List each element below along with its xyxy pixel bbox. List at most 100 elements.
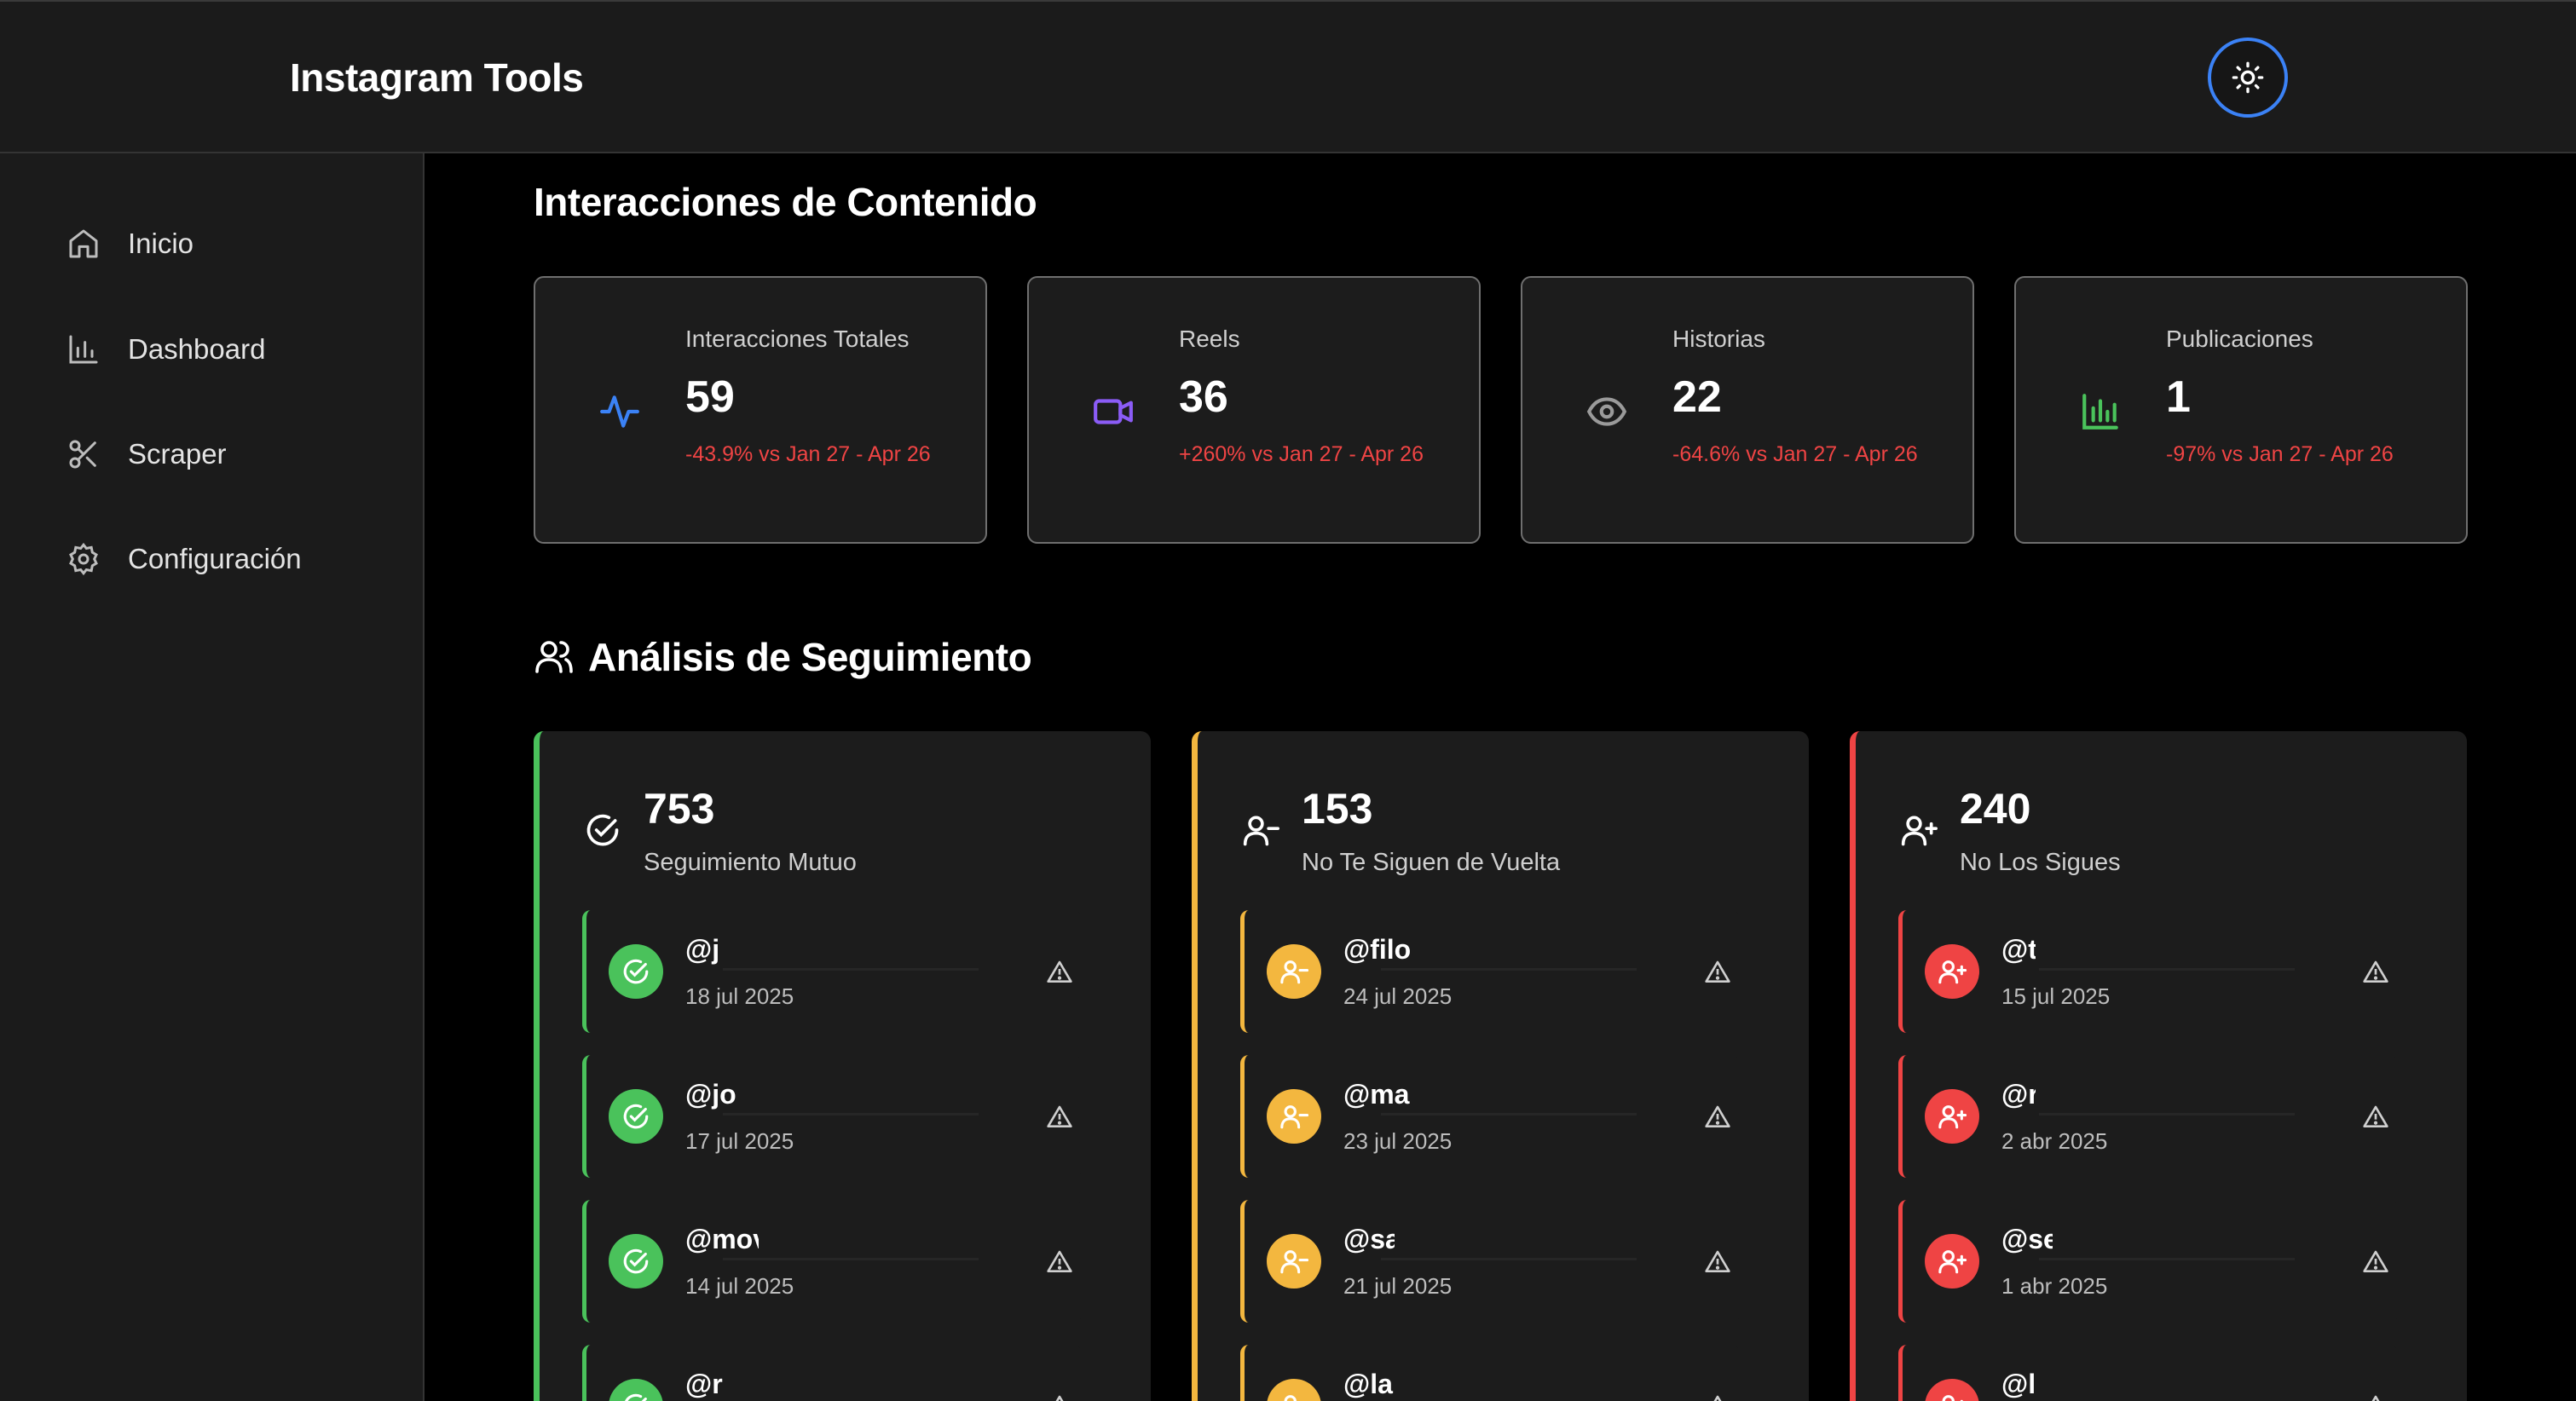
list-item[interactable]: @r 2 abr 2025 — [1898, 1055, 2398, 1178]
list-item[interactable]: @la — [1240, 1345, 1740, 1401]
warning-icon[interactable] — [1045, 958, 1074, 987]
username: @se — [2001, 1224, 2053, 1254]
sun-icon — [2232, 61, 2264, 94]
stat-delta: -43.9% vs Jan 27 - Apr 26 — [685, 442, 931, 466]
username-mask — [1381, 968, 1637, 971]
username-mask — [2039, 1113, 2295, 1116]
follow-date: 24 jul 2025 — [1343, 983, 1453, 1009]
users-icon — [534, 636, 575, 680]
bar-chart-icon — [65, 331, 102, 368]
check-circle-icon — [609, 1379, 663, 1401]
sidebar-item-scraper[interactable]: Scraper — [65, 429, 227, 480]
check-circle-icon — [609, 944, 663, 999]
username-mask — [1381, 1258, 1637, 1260]
username: @ma — [1343, 1079, 1410, 1110]
check-circle-icon — [609, 1234, 663, 1289]
warning-icon[interactable] — [2361, 1103, 2390, 1132]
user-minus-icon — [1267, 1089, 1321, 1144]
interactions-section-title: Interacciones de Contenido — [534, 180, 1037, 224]
username: @la — [1343, 1369, 1393, 1399]
warning-icon[interactable] — [1045, 1248, 1074, 1277]
username-mask — [723, 968, 979, 971]
username: @r — [685, 1369, 723, 1399]
follow-date: 1 abr 2025 — [2001, 1273, 2108, 1299]
list-item[interactable]: @t 15 jul 2025 — [1898, 910, 2398, 1033]
sidebar-item-label: Configuración — [128, 543, 302, 574]
stat-value: 1 — [2166, 372, 2191, 422]
theme-toggle-button[interactable] — [2208, 37, 2288, 118]
gear-icon — [65, 540, 102, 578]
follow-count: 153 — [1302, 785, 1373, 833]
following-section-title: Análisis de Seguimiento — [588, 635, 1032, 679]
activity-icon — [595, 387, 644, 436]
user-plus-icon — [1898, 810, 1939, 850]
list-item[interactable]: @l — [1898, 1345, 2398, 1401]
username: @t — [2001, 934, 2036, 965]
follow-card-not-following-back: 153 No Te Siguen de Vuelta @filo 24 jul … — [1192, 731, 1809, 1401]
stat-label: Reels — [1179, 326, 1240, 352]
warning-icon[interactable] — [1045, 1103, 1074, 1132]
follow-count: 753 — [644, 785, 715, 833]
list-item[interactable]: @mov 14 jul 2025 — [582, 1200, 1082, 1323]
username: @sa — [1343, 1224, 1395, 1254]
list-item[interactable]: @filo 24 jul 2025 — [1240, 910, 1740, 1033]
stat-card-total-interactions: Interacciones Totales 59 -43.9% vs Jan 2… — [534, 276, 987, 544]
list-item[interactable]: @j 18 jul 2025 — [582, 910, 1082, 1033]
stat-delta: +260% vs Jan 27 - Apr 26 — [1179, 442, 1424, 466]
sidebar-item-label: Inicio — [128, 228, 194, 259]
sidebar-item-label: Dashboard — [128, 333, 266, 365]
stat-card-stories: Historias 22 -64.6% vs Jan 27 - Apr 26 — [1521, 276, 1974, 544]
username-mask — [2039, 1258, 2295, 1260]
warning-icon[interactable] — [2361, 958, 2390, 987]
eye-icon — [1582, 387, 1632, 436]
list-item[interactable]: @jo 17 jul 2025 — [582, 1055, 1082, 1178]
user-minus-icon — [1267, 1379, 1321, 1401]
user-plus-icon — [1925, 944, 1979, 999]
follow-date: 18 jul 2025 — [685, 983, 794, 1009]
warning-icon[interactable] — [1045, 1392, 1074, 1401]
username-mask — [723, 1258, 979, 1260]
list-item[interactable]: @sa 21 jul 2025 — [1240, 1200, 1740, 1323]
home-icon — [65, 225, 102, 262]
stat-value: 59 — [685, 372, 735, 422]
stat-label: Publicaciones — [2166, 326, 2313, 352]
list-item[interactable]: @ma 23 jul 2025 — [1240, 1055, 1740, 1178]
video-icon — [1089, 387, 1138, 436]
sidebar-item-label: Scraper — [128, 438, 227, 470]
warning-icon[interactable] — [2361, 1248, 2390, 1277]
warning-icon[interactable] — [1703, 1248, 1732, 1277]
list-item[interactable]: @se 1 abr 2025 — [1898, 1200, 2398, 1323]
stat-delta: -97% vs Jan 27 - Apr 26 — [2166, 442, 2394, 466]
scissors-icon — [65, 435, 102, 473]
username: @j — [685, 934, 720, 965]
warning-icon[interactable] — [1703, 958, 1732, 987]
sidebar-item-configuracion[interactable]: Configuración — [65, 533, 302, 585]
stat-card-reels: Reels 36 +260% vs Jan 27 - Apr 26 — [1027, 276, 1481, 544]
warning-icon[interactable] — [2361, 1392, 2390, 1401]
warning-icon[interactable] — [1703, 1103, 1732, 1132]
follow-label: No Te Siguen de Vuelta — [1302, 849, 1561, 876]
sidebar: Inicio Dashboard Scraper Configuración — [0, 153, 425, 1401]
follow-date: 2 abr 2025 — [2001, 1128, 2108, 1154]
stat-label: Historias — [1672, 326, 1765, 352]
check-circle-icon — [609, 1089, 663, 1144]
sidebar-item-dashboard[interactable]: Dashboard — [65, 324, 265, 375]
username: @filo — [1343, 934, 1412, 965]
stat-card-posts: Publicaciones 1 -97% vs Jan 27 - Apr 26 — [2014, 276, 2468, 544]
follow-count: 240 — [1960, 785, 2031, 833]
app-title: Instagram Tools — [290, 55, 584, 100]
stat-label: Interacciones Totales — [685, 326, 910, 352]
user-plus-icon — [1925, 1089, 1979, 1144]
bar-chart-icon — [2076, 387, 2125, 436]
follow-date: 17 jul 2025 — [685, 1128, 794, 1154]
warning-icon[interactable] — [1703, 1392, 1732, 1401]
follow-card-not-followed: 240 No Los Sigues @t 15 jul 2025 @r 2 ab… — [1850, 731, 2467, 1401]
username: @l — [2001, 1369, 2036, 1399]
stat-delta: -64.6% vs Jan 27 - Apr 26 — [1672, 442, 1918, 466]
user-minus-icon — [1240, 810, 1281, 850]
top-bar: Instagram Tools — [0, 0, 2576, 153]
follow-date: 21 jul 2025 — [1343, 1273, 1453, 1299]
sidebar-item-inicio[interactable]: Inicio — [65, 218, 193, 269]
list-item[interactable]: @r — [582, 1345, 1082, 1401]
follow-date: 15 jul 2025 — [2001, 983, 2111, 1009]
